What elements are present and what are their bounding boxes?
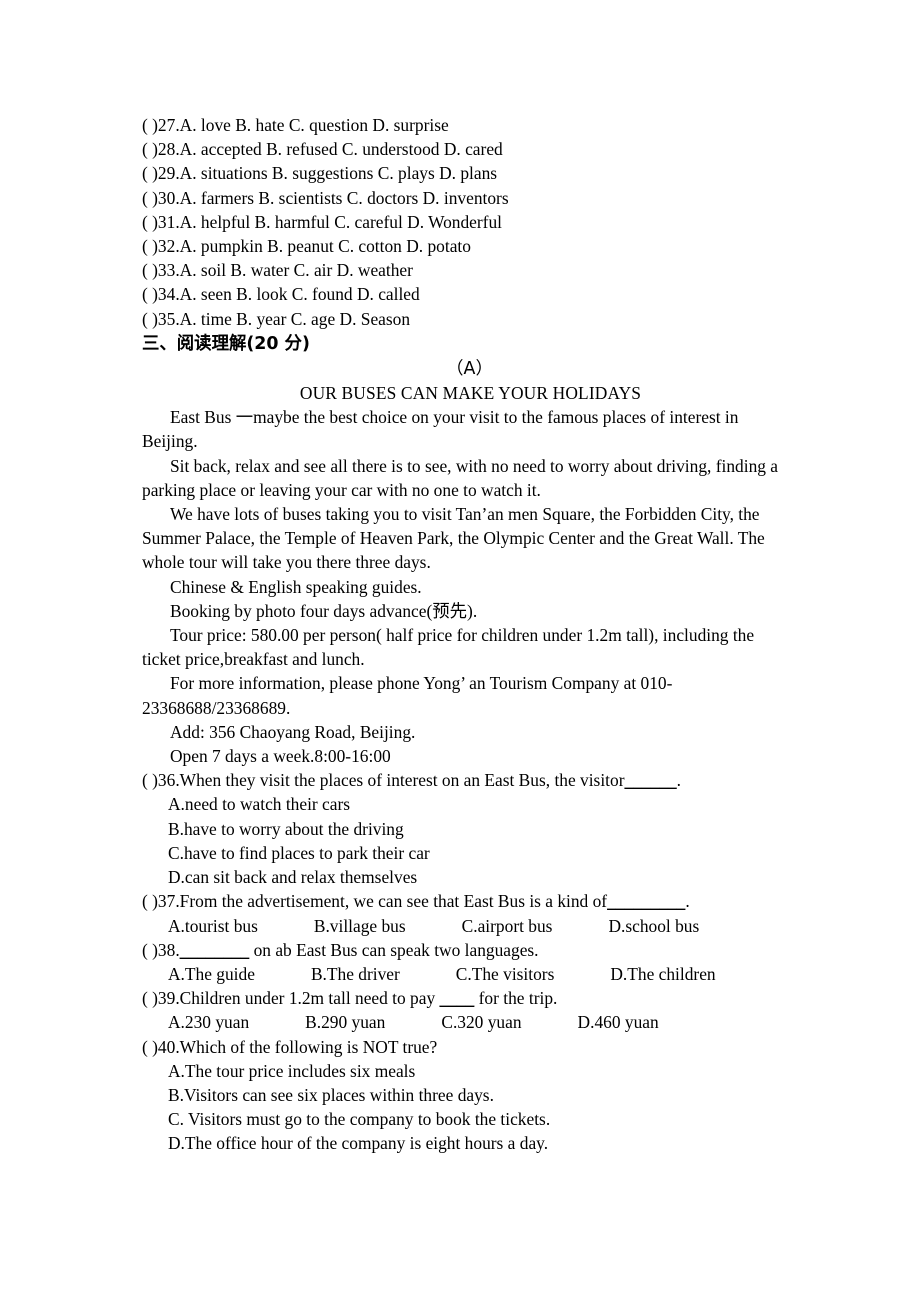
question-stem: ( )37.From the advertisement, we can see… (142, 889, 795, 913)
cloze-option-line: ( )34.A. seen B. look C. found D. called (142, 284, 420, 305)
passage-paragraph: East Bus 一maybe the best choice on your … (142, 407, 739, 452)
passage-paragraph: Add: 356 Chaoyang Road, Beijing. (170, 721, 416, 742)
question-option[interactable]: C.320 yuan (441, 1012, 521, 1032)
document-body: ( )27.A. love B. hate C. question D. sur… (142, 113, 795, 1156)
cloze-options-block: ( )27.A. love B. hate C. question D. sur… (142, 113, 795, 331)
answer-blank[interactable]: _________ (607, 891, 685, 911)
question-stem-suffix: for the trip. (474, 988, 558, 1009)
question-option[interactable]: C.airport bus (462, 916, 553, 936)
question-stem-suffix: . (676, 770, 682, 791)
passage-paragraph: Open 7 days a week.8:00-16:00 (170, 746, 391, 767)
passage-paragraph: Booking by photo four days advance(预先). (170, 600, 478, 621)
question-option[interactable]: D.school bus (608, 916, 699, 936)
passage-title: OUR BUSES CAN MAKE YOUR HOLIDAYS (299, 383, 642, 404)
passage-paragraph: Tour price: 580.00 per person( half pric… (142, 625, 755, 670)
question-option[interactable]: A.need to watch their cars (142, 792, 795, 816)
question-option[interactable]: D.460 yuan (578, 1012, 659, 1032)
cloze-option-line: ( )28.A. accepted B. refused C. understo… (142, 139, 503, 160)
passage-paragraph: Sit back, relax and see all there is to … (142, 455, 779, 500)
question-stem: ( )39.Children under 1.2m tall need to p… (142, 986, 795, 1010)
question-option[interactable]: B.290 yuan (305, 1012, 385, 1032)
cloze-option-line: ( )27.A. love B. hate C. question D. sur… (142, 115, 449, 135)
question-options-row: A.tourist bus B.village bus C.airport bus D… (142, 914, 795, 938)
question-stem-text: ( )36.When they visit the places of inte… (142, 770, 625, 791)
question-stem: ( )38.________ on ab East Bus can speak … (142, 938, 795, 962)
question-option[interactable]: D.The office hour of the company is eigh… (142, 1131, 795, 1155)
question-block: ( )36.When they visit the places of inte… (142, 768, 795, 889)
document-page: ( )27.A. love B. hate C. question D. sur… (0, 0, 920, 1302)
question-stem: ( )40.Which of the following is NOT true… (142, 1035, 795, 1059)
question-stem-text: ( )40.Which of the following is NOT true… (142, 1036, 438, 1057)
question-option[interactable]: A.The guide (168, 964, 255, 984)
passage-paragraph: We have lots of buses taking you to visi… (142, 504, 765, 573)
question-option[interactable]: A.The tour price includes six meals (142, 1059, 795, 1083)
question-option[interactable]: B.have to worry about the driving (142, 817, 795, 841)
question-option[interactable]: C. Visitors must go to the company to bo… (142, 1107, 795, 1131)
question-option[interactable]: B.Visitors can see six places within thr… (142, 1083, 795, 1107)
passage-paragraph: Chinese & English speaking guides. (170, 576, 422, 597)
question-option[interactable]: B.village bus (314, 916, 406, 936)
answer-blank[interactable]: ____ (440, 988, 475, 1008)
question-options-row: A.230 yuan B.290 yuan C.320 yuan D.460 yuan (142, 1010, 795, 1034)
question-option[interactable]: A.tourist bus (168, 916, 258, 936)
cloze-option-line: ( )31.A. helpful B. harmful C. careful D… (142, 211, 503, 232)
question-option[interactable]: B.The driver (311, 964, 400, 984)
question-stem-suffix: on ab East Bus can speak two languages. (249, 939, 539, 960)
question-stem-text: ( )39.Children under 1.2m tall need to p… (142, 988, 440, 1009)
section-heading: 三、阅读理解(20 分) (142, 333, 310, 354)
question-stem-suffix: . (685, 891, 690, 912)
question-block: ( )39.Children under 1.2m tall need to p… (142, 986, 795, 1034)
question-block: ( )40.Which of the following is NOT true… (142, 1035, 795, 1156)
question-stem: ( )36.When they visit the places of inte… (142, 768, 795, 792)
question-option[interactable]: D.can sit back and relax themselves (142, 865, 795, 889)
passage-text: East Bus 一maybe the best choice on your … (142, 405, 795, 768)
passage-label: （A） (446, 358, 493, 379)
question-options-row: A.The guide B.The driver C.The visitors D.T… (142, 962, 795, 986)
cloze-option-line: ( )29.A. situations B. suggestions C. pl… (142, 163, 498, 184)
question-block: ( )38.________ on ab East Bus can speak … (142, 938, 795, 986)
question-option[interactable]: C.The visitors (456, 964, 555, 984)
question-stem-text: ( )38. (142, 939, 180, 960)
question-stem-text: ( )37.From the advertisement, we can see… (142, 891, 608, 912)
question-block: ( )37.From the advertisement, we can see… (142, 889, 795, 937)
answer-blank[interactable]: ______ (624, 770, 676, 790)
cloze-option-line: ( )32.A. pumpkin B. peanut C. cotton D. … (142, 236, 471, 257)
cloze-option-line: ( )33.A. soil B. water C. air D. weather (142, 260, 413, 281)
cloze-option-line: ( )30.A. farmers B. scientists C. doctor… (142, 187, 509, 208)
answer-blank[interactable]: ________ (180, 940, 250, 960)
cloze-option-line: ( )35.A. time B. year C. age D. Season (142, 308, 411, 329)
question-option[interactable]: A.230 yuan (168, 1012, 249, 1032)
passage-paragraph: For more information, please phone Yong’… (142, 673, 673, 718)
question-option[interactable]: D.The children (610, 964, 715, 984)
question-option[interactable]: C.have to find places to park their car (142, 841, 795, 865)
